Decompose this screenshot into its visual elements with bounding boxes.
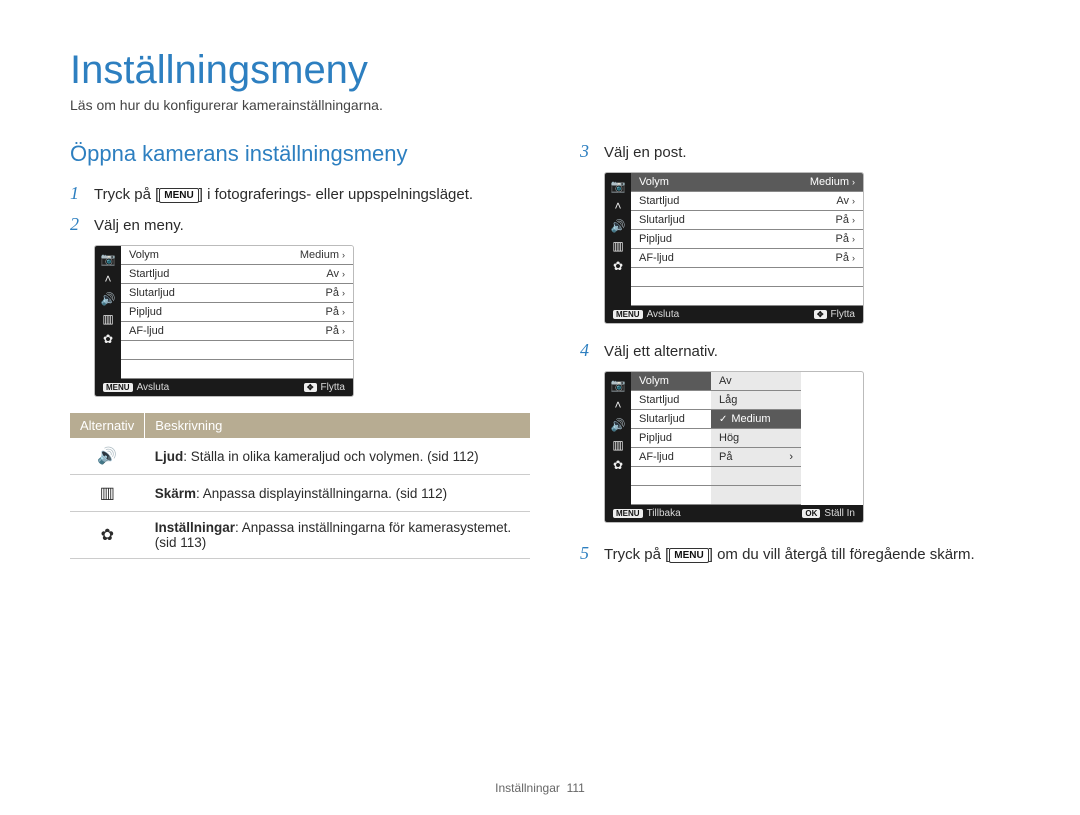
alternatives-table: Alternativ Beskrivning 🔊Ljud: Ställa in … bbox=[70, 413, 530, 559]
sound-icon: 🔊 bbox=[610, 418, 626, 432]
menu-badge-icon: MENU bbox=[103, 383, 133, 392]
gear-icon: ✿ bbox=[610, 458, 626, 472]
lcd-row: Pipljud bbox=[631, 429, 711, 448]
lcd-screenshot-3: 📷 ˄ 🔊 ▥ ✿ VolymStartljudSlutarljudPiplju… bbox=[604, 371, 864, 523]
display-icon: ▥ bbox=[610, 438, 626, 452]
menu-badge-icon: MENU bbox=[613, 509, 643, 518]
lcd-screenshot-1: 📷 ˄ 🔊 ▥ ✿ VolymMedium›StartljudAv›Slutar… bbox=[94, 245, 354, 397]
lcd-row: AF-ljudPå› bbox=[631, 249, 863, 268]
row-icon: 🔊 bbox=[70, 438, 145, 475]
lcd-row: VolymMedium› bbox=[631, 173, 863, 192]
lcd-row: VolymMedium› bbox=[121, 246, 353, 265]
move-badge-icon: ✥ bbox=[814, 310, 827, 319]
menu-button-icon: MENU bbox=[159, 188, 198, 203]
step-3: 3 Välj en post. bbox=[580, 141, 1010, 162]
lcd-row: SlutarljudPå› bbox=[631, 211, 863, 230]
sound-icon: 🔊 bbox=[610, 219, 626, 233]
caret-up-icon: ˄ bbox=[610, 398, 626, 412]
menu-badge-icon: MENU bbox=[613, 310, 643, 319]
lcd-row: Slutarljud bbox=[631, 410, 711, 429]
step-5: 5 Tryck på [MENU] om du vill återgå till… bbox=[580, 543, 1010, 564]
lcd-row: PipljudPå› bbox=[631, 230, 863, 249]
lcd-row: AF-ljudPå› bbox=[121, 322, 353, 341]
option-row: Av bbox=[711, 372, 801, 391]
camera-icon: 📷 bbox=[100, 252, 116, 266]
option-row: Medium bbox=[711, 410, 801, 429]
camera-icon: 📷 bbox=[610, 179, 626, 193]
lcd-row: AF-ljud bbox=[631, 448, 711, 467]
menu-button-icon: MENU bbox=[669, 548, 708, 563]
step-2: 2 Välj en meny. bbox=[70, 214, 530, 235]
lcd-row: PipljudPå› bbox=[121, 303, 353, 322]
lcd-screenshot-2: 📷 ˄ 🔊 ▥ ✿ VolymMedium›StartljudAv›Slutar… bbox=[604, 172, 864, 324]
row-icon: ✿ bbox=[70, 512, 145, 559]
option-row: På› bbox=[711, 448, 801, 467]
camera-icon: 📷 bbox=[610, 378, 626, 392]
page-footer: Inställningar 111 bbox=[0, 781, 1080, 795]
row-icon: ▥ bbox=[70, 475, 145, 512]
step-4: 4 Välj ett alternativ. bbox=[580, 340, 1010, 361]
table-header-beskrivning: Beskrivning bbox=[145, 413, 530, 438]
sound-icon: 🔊 bbox=[100, 292, 116, 306]
lcd-row: Volym bbox=[631, 372, 711, 391]
table-row: 🔊Ljud: Ställa in olika kameraljud och vo… bbox=[70, 438, 530, 475]
table-row: ✿Inställningar: Anpassa inställningarna … bbox=[70, 512, 530, 559]
caret-up-icon: ˄ bbox=[100, 272, 116, 286]
display-icon: ▥ bbox=[610, 239, 626, 253]
lcd-row: SlutarljudPå› bbox=[121, 284, 353, 303]
table-row: ▥Skärm: Anpassa displayinställningarna. … bbox=[70, 475, 530, 512]
lcd-row: StartljudAv› bbox=[631, 192, 863, 211]
gear-icon: ✿ bbox=[100, 332, 116, 346]
caret-up-icon: ˄ bbox=[610, 199, 626, 213]
option-row: Hög bbox=[711, 429, 801, 448]
lcd-row: StartljudAv› bbox=[121, 265, 353, 284]
gear-icon: ✿ bbox=[610, 259, 626, 273]
table-header-alternativ: Alternativ bbox=[70, 413, 145, 438]
option-row: Låg bbox=[711, 391, 801, 410]
lcd-row: Startljud bbox=[631, 391, 711, 410]
page-title: Inställningsmeny bbox=[70, 48, 1010, 93]
ok-badge-icon: OK bbox=[802, 509, 820, 518]
section-heading: Öppna kamerans inställningsmeny bbox=[70, 141, 530, 167]
step-1: 1 Tryck på [MENU] i fotograferings- elle… bbox=[70, 183, 530, 204]
display-icon: ▥ bbox=[100, 312, 116, 326]
page-subtitle: Läs om hur du konfigurerar kamerainställ… bbox=[70, 97, 1010, 113]
move-badge-icon: ✥ bbox=[304, 383, 317, 392]
